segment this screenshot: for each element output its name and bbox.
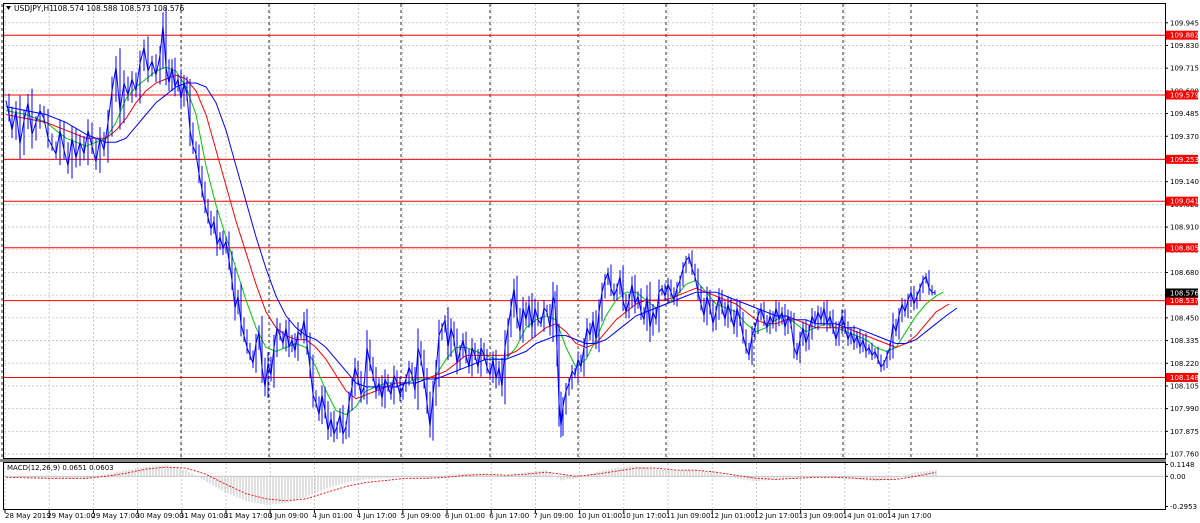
macd-axis-label: -0.2953 bbox=[1170, 503, 1197, 511]
level-label: 109.579 bbox=[1170, 91, 1199, 99]
level-label: 108.148 bbox=[1170, 374, 1199, 382]
time-tick-label: 12 Jun 17:00 bbox=[754, 512, 798, 520]
price-tick-label: 108.335 bbox=[1170, 337, 1199, 345]
time-tick-label: 3 Jun 09:00 bbox=[268, 512, 308, 520]
price-tick-label: 107.990 bbox=[1170, 405, 1199, 413]
time-tick-label: 14 Jun 17:00 bbox=[887, 512, 931, 520]
time-tick-label: 6 Jun 01:00 bbox=[445, 512, 485, 520]
level-label: 109.253 bbox=[1170, 156, 1199, 164]
time-tick-label: 29 May 17:00 bbox=[91, 512, 139, 520]
price-tick-label: 108.680 bbox=[1170, 269, 1199, 277]
price-tick-label: 108.910 bbox=[1170, 224, 1199, 232]
time-tick-label: 29 May 01:00 bbox=[47, 512, 95, 520]
time-tick-label: 12 Jun 01:00 bbox=[710, 512, 754, 520]
price-tick-label: 109.830 bbox=[1170, 42, 1199, 50]
time-tick-label: 6 Jun 17:00 bbox=[489, 512, 529, 520]
price-tick-label: 107.760 bbox=[1170, 451, 1199, 459]
window-separator[interactable] bbox=[0, 459, 1166, 462]
price-tick-label: 109.370 bbox=[1170, 133, 1199, 141]
chart-header: USDJPY,H1 108.574 108.588 108.573 108.57… bbox=[6, 4, 184, 13]
level-label: 108.537 bbox=[1170, 297, 1199, 305]
macd-axis-label: 0.1148 bbox=[1170, 461, 1195, 469]
price-tick-label: 109.715 bbox=[1170, 65, 1199, 73]
time-tick-label: 10 Jun 17:00 bbox=[622, 512, 666, 520]
time-tick-label: 13 Jun 09:00 bbox=[799, 512, 843, 520]
price-tick-label: 109.945 bbox=[1170, 19, 1199, 27]
level-label: 109.041 bbox=[1170, 198, 1199, 206]
level-label: 108.805 bbox=[1170, 244, 1199, 252]
price-tick-label: 109.485 bbox=[1170, 110, 1199, 118]
price-tick-label: 108.450 bbox=[1170, 314, 1199, 322]
chart-canvas[interactable]: 109.945109.830109.715109.600109.485109.3… bbox=[0, 0, 1200, 523]
time-tick-label: 30 May 09:00 bbox=[136, 512, 184, 520]
price-tick-label: 108.105 bbox=[1170, 382, 1199, 390]
price-tick-label: 108.220 bbox=[1170, 360, 1199, 368]
symbol-timeframe: USDJPY,H1 bbox=[14, 4, 54, 13]
current-price-label: 108.576 bbox=[1170, 289, 1199, 297]
time-tick-label: 31 May 17:00 bbox=[224, 512, 272, 520]
time-tick-label: 7 Jun 09:00 bbox=[533, 512, 573, 520]
time-tick-label: 28 May 2019 bbox=[5, 512, 51, 520]
chart-background bbox=[0, 0, 1200, 523]
time-tick-label: 11 Jun 09:00 bbox=[666, 512, 710, 520]
time-tick-label: 10 Jun 01:00 bbox=[578, 512, 622, 520]
level-label: 109.882 bbox=[1170, 32, 1199, 40]
time-tick-label: 4 Jun 01:00 bbox=[312, 512, 352, 520]
price-tick-label: 109.140 bbox=[1170, 178, 1199, 186]
ohlc-readout: 108.574 108.588 108.573 108.576 bbox=[53, 4, 184, 13]
price-tick-label: 107.875 bbox=[1170, 428, 1199, 436]
macd-title: MACD(12,26,9) 0.0651 0.0603 bbox=[7, 464, 114, 472]
time-tick-label: 14 Jun 01:00 bbox=[843, 512, 887, 520]
time-tick-label: 4 Jun 17:00 bbox=[357, 512, 397, 520]
mt4-chart-window[interactable]: 109.945109.830109.715109.600109.485109.3… bbox=[0, 0, 1200, 523]
time-tick-label: 31 May 01:00 bbox=[180, 512, 228, 520]
time-tick-label: 5 Jun 09:00 bbox=[401, 512, 441, 520]
macd-axis-label: 0.00 bbox=[1170, 473, 1186, 481]
